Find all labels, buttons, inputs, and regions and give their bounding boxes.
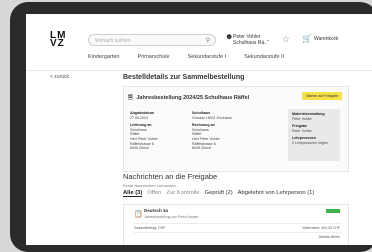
filter-tabs: Alle (3) Offen Zur Kontrolle Geprüft (2)…: [123, 190, 314, 197]
order-col-2: Schulhaus Grosser LMVZ Zürchand Rechnung…: [192, 111, 232, 151]
header-divider: [26, 70, 372, 71]
nav-item-primarschule[interactable]: Primarschule: [138, 54, 170, 62]
lieferung-line: Räffelstrasse 6: [130, 141, 154, 146]
label-materialverwaltung: Materialverwaltung: [292, 112, 325, 116]
chevron-down-icon[interactable]: ⌄: [266, 37, 270, 43]
item-divider: [134, 223, 342, 224]
value-lehrpersonen: 2 Lehrpersonen folgen: [292, 140, 328, 145]
order-title-row: 🗎 Jahresbestellung 2024/25 Schulhaus Räf…: [128, 93, 249, 103]
label-rechnung: Rechnung an: [192, 123, 215, 128]
rechnung-line: Räffel: [192, 132, 202, 137]
clipboard-icon: 📋: [134, 211, 143, 218]
rechnung-line: Herr Peter Vohler: [192, 136, 220, 141]
rechnung-line: 8045 Zürich: [192, 146, 211, 151]
star-icon[interactable]: ☆: [282, 34, 290, 45]
details-link[interactable]: Details öffnen: [319, 235, 340, 239]
label-lieferung: Lieferung an: [130, 123, 152, 128]
rechnung-line: Schulhaus: [192, 127, 209, 132]
item-total: Gesamtbetrag: CHF: [134, 226, 166, 230]
list-item[interactable]: 📋 Deutsch 3a Jahresbestellung von Petra …: [123, 204, 349, 245]
item-divider-2: [134, 232, 342, 233]
label-abgabedatum: Abgabedatum: [130, 111, 154, 115]
item-subtitle: Jahresbestellung von Petra Hauser: [144, 215, 199, 219]
lmvz-logo[interactable]: LM VZ: [50, 31, 68, 49]
back-link[interactable]: < zurück: [50, 74, 69, 80]
page-title: Bestelldetails zur Sammelbestellung: [123, 74, 245, 81]
label-freigabe: Freigabe: [292, 124, 307, 129]
label-schulhaus: Schulhaus: [192, 111, 211, 115]
logo-line-2: VZ: [50, 38, 65, 49]
nav-item-sekundarstufe-2[interactable]: Sekundarstufe II: [244, 54, 284, 62]
order-card: 🗎 Jahresbestellung 2024/25 Schulhaus Räf…: [123, 86, 349, 172]
main-nav: Kindergarten Primarschule Sekundarstufe …: [88, 54, 284, 62]
tab-geprueft[interactable]: Geprüft (2): [205, 190, 233, 197]
status-badge: Warten auf Freigabe: [302, 92, 342, 100]
value-schulhaus: Grosser LMVZ Zürchand: [192, 115, 232, 120]
section-title: Nachrichten an die Freigabe: [123, 172, 218, 181]
user-menu[interactable]: ☻ Peter Vohler Schulhaus Rä..: [225, 33, 267, 47]
tab-alle[interactable]: Alle (3): [123, 190, 143, 197]
label-lehrpersonen: Lehrpersonen: [292, 136, 316, 141]
cart-icon[interactable]: 🛒: [302, 34, 312, 43]
document-icon: 🗎: [128, 95, 133, 101]
order-col-1: Abgabedatum 27.08.2024 Lieferung an Schu…: [130, 111, 158, 151]
search-icon[interactable]: ⚲: [206, 37, 210, 44]
value-freigabe: Peter Vohler: [292, 128, 312, 133]
tab-zur-kontrolle[interactable]: Zur Kontrolle: [166, 190, 199, 197]
order-title: Jahresbestellung 2024/25 Schulhaus Räffe…: [136, 95, 250, 101]
lieferung-line: 8045 Zürich: [130, 146, 149, 151]
lieferung-line: Herr Peter Vohler: [130, 136, 158, 141]
section-subtitle: Keine Nachrichten vorhanden: [123, 183, 176, 188]
cart-label[interactable]: Warenkorb: [314, 36, 338, 42]
search-placeholder: Wonach suchen: [95, 38, 131, 44]
item-value: Warenwert: 404.00 CHF: [302, 226, 340, 230]
order-col-3: Materialverwaltung Peter Vohler Freigabe…: [288, 109, 340, 161]
item-title: Deutsch 3a: [144, 208, 169, 213]
nav-item-sekundarstufe-1[interactable]: Sekundarstufe I: [188, 54, 227, 62]
tab-abgelehnt[interactable]: Abgelehnt von Lehrperson (1): [238, 190, 315, 197]
lieferung-line: Räffel: [130, 132, 140, 137]
value-materialverwaltung: Peter Vohler: [292, 116, 312, 121]
tab-offen[interactable]: Offen: [147, 190, 161, 197]
status-indicator: [326, 209, 340, 213]
rechnung-line: Räffelstrasse 6: [192, 141, 216, 146]
user-icon: ☻: [225, 32, 234, 41]
search-input[interactable]: Wonach suchen ⚲: [88, 34, 216, 46]
lieferung-line: Schulhaus: [130, 127, 147, 132]
user-school: Schulhaus Rä..: [233, 40, 267, 46]
value-abgabedatum: 27.08.2024: [130, 115, 148, 120]
nav-item-kindergarten[interactable]: Kindergarten: [88, 54, 120, 62]
app-screen: LM VZ Wonach suchen ⚲ ☻ Peter Vohler Sch…: [26, 14, 372, 245]
